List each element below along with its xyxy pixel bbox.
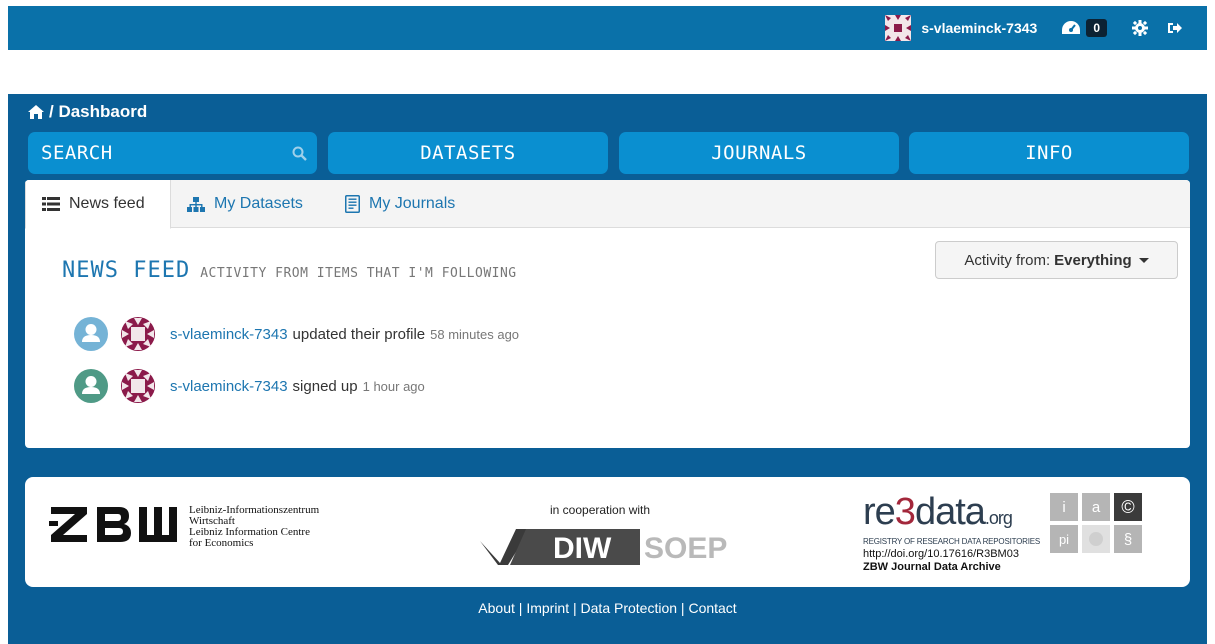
- footer-separator: |: [677, 600, 689, 616]
- gear-icon[interactable]: [1132, 20, 1148, 36]
- username-link[interactable]: s-vlaeminck-7343: [921, 20, 1037, 36]
- activity-filter-value: Everything: [1054, 251, 1132, 269]
- feed-user-link[interactable]: s-vlaeminck-7343: [170, 326, 288, 343]
- feed-timestamp: 58 minutes ago: [430, 326, 520, 342]
- home-icon[interactable]: [28, 105, 44, 119]
- user-activity-icon: [74, 317, 108, 351]
- certificate-dot: [1089, 532, 1103, 546]
- footer-links: About | Imprint | Data Protection | Cont…: [8, 600, 1207, 616]
- search-label: SEARCH: [41, 142, 113, 164]
- tab-label: My Journals: [369, 195, 456, 212]
- re3data-doi: http://doi.org/10.17616/R3BM03: [863, 548, 1019, 560]
- nav-datasets-button[interactable]: DATASETS: [328, 132, 608, 174]
- zbw-name: Leibniz-Informationszentrum Wirtschaft L…: [189, 505, 319, 549]
- feed-user-link[interactable]: s-vlaeminck-7343: [170, 378, 288, 395]
- copyright-icon: ©: [1114, 493, 1142, 521]
- re3data-logo: re3data.org: [863, 493, 1040, 535]
- account-masthead: s-vlaeminck-7343 0: [885, 6, 1207, 50]
- dashboard-count-badge[interactable]: 0: [1086, 19, 1107, 37]
- info-icon: i: [1050, 493, 1078, 521]
- certificate-icon: [1082, 525, 1110, 553]
- feed-action: updated their profile: [292, 325, 426, 343]
- tab-my-journals[interactable]: My Journals: [345, 180, 455, 228]
- user-identicon-avatar[interactable]: [121, 317, 155, 351]
- sign-out-icon[interactable]: [1167, 20, 1183, 36]
- footer-imprint-link[interactable]: Imprint: [526, 600, 569, 616]
- footer-separator: |: [569, 600, 581, 616]
- zbw-line: for Economics: [189, 537, 254, 549]
- tab-label: News feed: [69, 195, 145, 212]
- search-icon[interactable]: [292, 146, 307, 161]
- re3data-brand-data: data: [914, 491, 986, 533]
- tab-label: My Datasets: [214, 195, 303, 212]
- activity-filter-label: Activity from:: [964, 251, 1051, 269]
- tab-news-feed[interactable]: News feed: [25, 180, 171, 229]
- tab-my-datasets[interactable]: My Datasets: [187, 180, 303, 228]
- book-icon: [345, 195, 360, 213]
- pid-icon: pi: [1050, 525, 1078, 553]
- nav-journals-button[interactable]: JOURNALS: [619, 132, 899, 174]
- feed-timestamp: 1 hour ago: [362, 378, 425, 394]
- caret-down-icon: [1138, 257, 1149, 263]
- news-feed-title: NEWS FEED: [62, 258, 191, 283]
- user-activity-icon: [74, 369, 108, 403]
- footer-about-link[interactable]: About: [478, 600, 515, 616]
- dashboard-tabs: News feed My Datasets My Journals: [25, 180, 1190, 229]
- re3data-brand-re: re: [863, 491, 896, 533]
- diw-text: DIW: [553, 532, 612, 565]
- dashboard-icon[interactable]: [1061, 20, 1081, 36]
- partner-logos: Leibniz-Informationszentrum Wirtschaft L…: [25, 477, 1190, 587]
- footer-data-protection-link[interactable]: Data Protection: [581, 600, 678, 616]
- zbw-logo[interactable]: [49, 499, 179, 549]
- feed-action: signed up: [292, 377, 358, 395]
- footer-separator: |: [514, 600, 527, 616]
- re3data-brand-3: 3: [894, 491, 916, 533]
- top-account-bar: s-vlaeminck-7343 0: [8, 6, 1207, 50]
- list-icon: [42, 197, 60, 211]
- user-identicon-avatar[interactable]: [885, 15, 912, 41]
- main-navigation: SEARCH DATASETS JOURNALS INFO: [28, 132, 1189, 174]
- search-box[interactable]: SEARCH: [28, 132, 317, 174]
- nav-info-button[interactable]: INFO: [909, 132, 1189, 174]
- activity-filter-dropdown[interactable]: Activity from: Everything: [935, 241, 1178, 279]
- feed-item: s-vlaeminck-7343 updated their profile 5…: [74, 315, 519, 353]
- open-access-icon: a: [1082, 493, 1110, 521]
- main-content: / Dashbaord SEARCH DATASETS JOURNALS INF…: [8, 94, 1207, 644]
- re3data-badge[interactable]: re3data.org REGISTRY OF RESEARCH DATA RE…: [863, 493, 1041, 573]
- re3data-icon-grid: i a © pi §: [1050, 493, 1142, 553]
- breadcrumb-current: / Dashbaord: [49, 102, 148, 121]
- footer-contact-link[interactable]: Contact: [688, 600, 736, 616]
- re3data-archive-name: ZBW Journal Data Archive: [863, 561, 1001, 573]
- feed-item: s-vlaeminck-7343 signed up 1 hour ago: [74, 367, 425, 405]
- sitemap-icon: [187, 196, 205, 212]
- soep-text: SOEP: [644, 532, 727, 565]
- diw-soep-logo[interactable]: DIW SOEP: [480, 521, 730, 571]
- breadcrumb: / Dashbaord: [28, 102, 147, 122]
- news-feed-heading: NEWS FEED ACTIVITY FROM ITEMS THAT I'M F…: [62, 258, 517, 283]
- re3data-registry-text: REGISTRY OF RESEARCH DATA REPOSITORIES: [863, 537, 1041, 546]
- cooperation-label: in cooperation with: [550, 503, 651, 517]
- news-feed-subtitle: ACTIVITY FROM ITEMS THAT I'M FOLLOWING: [200, 266, 517, 281]
- user-identicon-avatar[interactable]: [121, 369, 155, 403]
- policy-icon: §: [1114, 525, 1142, 553]
- re3data-brand-org: .org: [984, 508, 1013, 528]
- dashboard-panel: News feed My Datasets My Journals NEWS F…: [25, 180, 1190, 448]
